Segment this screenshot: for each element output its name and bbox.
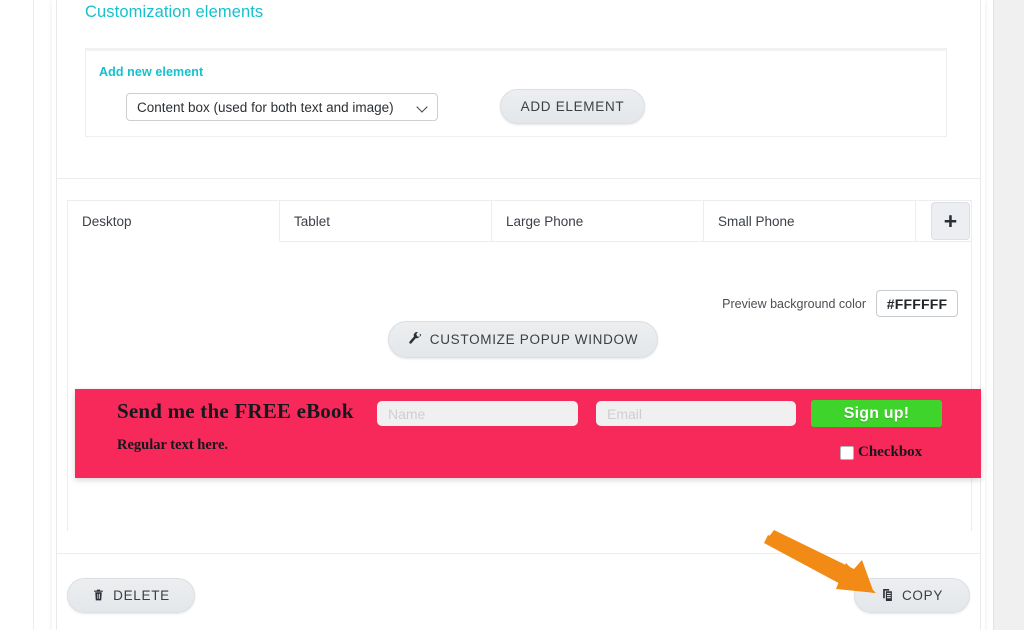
add-new-element-label: Add new element [99,65,204,79]
device-preview-tabs-container: Desktop Tablet Large Phone Small Phone +… [67,200,972,532]
copy-button-label: COPY [901,588,944,603]
add-element-button[interactable]: ADD ELEMENT [500,89,645,124]
element-type-select-value: Content box (used for both text and imag… [137,99,394,115]
tab-large-phone-label: Large Phone [506,213,584,229]
right-divider-rule [993,0,994,637]
banner-subtext: Regular text here. [117,437,229,453]
preview-section: Desktop Tablet Large Phone Small Phone +… [56,179,981,553]
banner-email-input[interactable] [596,401,796,426]
screenshot-root: Customization elements Add new element C… [0,0,1024,637]
banner-name-input[interactable] [377,401,578,426]
left-divider-rule [33,0,34,637]
bottom-edge [0,630,1024,637]
tab-small-phone[interactable]: Small Phone [704,201,916,241]
device-tabpanel-desktop: Preview background color #FFFFFF CUSTOMI… [68,242,971,532]
banner-checkbox-row: Checkbox [840,444,922,461]
customize-popup-window-button[interactable]: CUSTOMIZE POPUP WINDOW [388,321,658,358]
banner-signup-button-label: Sign up! [843,404,910,422]
customization-elements-section: Customization elements Add new element C… [56,0,981,178]
tab-small-phone-label: Small Phone [718,213,795,229]
wrench-icon [407,331,422,348]
tab-tablet[interactable]: Tablet [280,201,492,241]
banner-signup-button[interactable]: Sign up! [811,400,942,427]
banner-headline: Send me the FREE eBook [117,399,354,423]
preview-background-color-input[interactable]: #FFFFFF [876,290,958,317]
preview-background-color-value: #FFFFFF [886,295,948,312]
preview-background-color-label: Preview background color [722,296,866,311]
copy-button[interactable]: COPY [854,578,970,613]
footer-actions-section: DELETE COPY [56,554,981,637]
banner-checkbox-label: Checkbox [858,444,923,460]
plus-icon: + [943,207,958,234]
add-element-button-label: ADD ELEMENT [520,99,625,114]
chevron-down-icon [417,101,429,113]
trash-icon [92,588,105,604]
optin-banner-preview: Send me the FREE eBook Regular text here… [75,389,981,478]
copy-icon [881,588,894,604]
page-background-gutter [994,0,1024,637]
tab-large-phone[interactable]: Large Phone [492,201,704,241]
delete-button-label: DELETE [113,588,170,603]
add-new-element-panel: Add new element Content box (used for bo… [85,48,947,137]
banner-checkbox[interactable] [840,445,854,460]
tab-desktop-label: Desktop [82,213,132,229]
customize-popup-window-label: CUSTOMIZE POPUP WINDOW [429,332,639,347]
preview-background-color-row: Preview background color #FFFFFF [722,290,958,317]
tab-desktop[interactable]: Desktop [68,201,280,242]
device-tabbar: Desktop Tablet Large Phone Small Phone + [68,201,971,242]
delete-button[interactable]: DELETE [67,578,195,613]
page-title: Customization elements [85,3,264,21]
element-type-select[interactable]: Content box (used for both text and imag… [126,93,438,121]
tab-tablet-label: Tablet [294,213,331,229]
add-device-tab-button[interactable]: + [931,202,970,240]
